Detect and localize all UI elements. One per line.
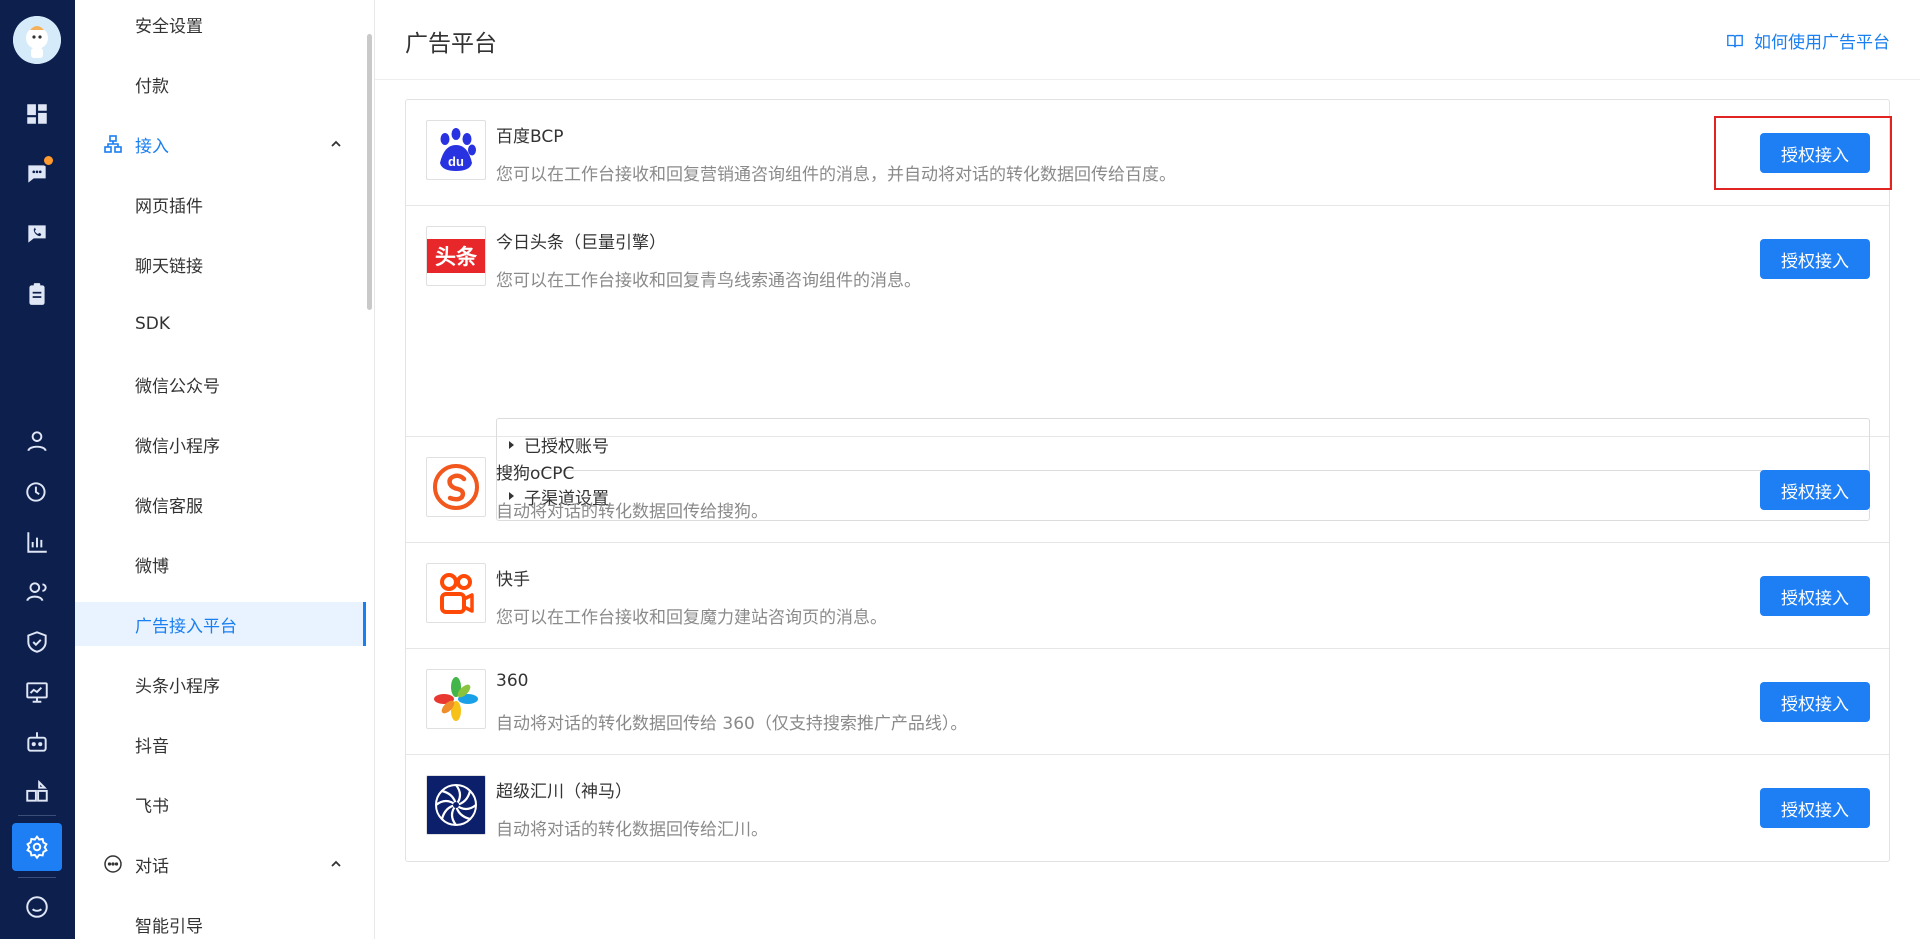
- main-content: 广告平台 如何使用广告平台 du 百度BCP 您可以在工作台接收和回复营销通咨询…: [375, 0, 1920, 939]
- svg-text:头条: 头条: [435, 245, 478, 269]
- sidebar-item-label: 头条小程序: [135, 676, 220, 697]
- user-avatar[interactable]: [13, 16, 61, 64]
- platform-name: 超级汇川（神马）: [496, 782, 632, 802]
- platform-row-sogou: 搜狗oCPC 自动将对话的转化数据回传给搜狗。 授权接入: [406, 437, 1889, 543]
- platform-name: 百度BCP: [496, 127, 564, 147]
- platform-row-huichuan: 超级汇川（神马） 自动将对话的转化数据回传给汇川。 授权接入: [406, 755, 1889, 861]
- chat-bubble-icon: [103, 854, 123, 874]
- platform-row-baidu: du 百度BCP 您可以在工作台接收和回复营销通咨询组件的消息，并自动将对话的转…: [406, 100, 1892, 206]
- platform-row-360: 360 自动将对话的转化数据回传给 360（仅支持搜索推广产品线）。 授权接入: [406, 649, 1889, 755]
- highlight-box: [1714, 116, 1892, 190]
- sidebar-item-web-plugin[interactable]: 网页插件: [75, 182, 366, 226]
- page-title: 广告平台: [405, 31, 497, 57]
- sidebar-item-weibo[interactable]: 微博: [75, 542, 366, 586]
- sidebar-item-label: 抖音: [135, 736, 169, 757]
- platform-list: du 百度BCP 您可以在工作台接收和回复营销通咨询组件的消息，并自动将对话的转…: [405, 99, 1892, 862]
- sidebar-group-conversation[interactable]: 对话: [75, 842, 366, 886]
- platform-desc: 您可以在工作台接收和回复青鸟线索通咨询组件的消息。: [496, 271, 921, 291]
- settings-sidebar: 安全设置 付款 接入 网页插件 聊天链接 SDK 微信公众号 微信小程序 微信客…: [75, 0, 375, 939]
- sidebar-group-access[interactable]: 接入: [75, 122, 366, 166]
- page-header: 广告平台 如何使用广告平台: [375, 0, 1920, 80]
- platform-desc: 您可以在工作台接收和回复营销通咨询组件的消息，并自动将对话的转化数据回传给百度。: [496, 165, 1176, 185]
- sidebar-item-label: 网页插件: [135, 196, 203, 217]
- chevron-up-icon: [331, 140, 341, 147]
- contacts-icon[interactable]: [21, 576, 53, 608]
- rail-divider-2: [18, 877, 56, 878]
- sidebar-item-label: 微博: [135, 556, 169, 577]
- svg-text:du: du: [448, 154, 464, 169]
- sidebar-item-label: 智能引导: [135, 916, 203, 937]
- sidebar-group-label: 接入: [135, 136, 169, 157]
- sidebar-item-chat-link[interactable]: 聊天链接: [75, 242, 366, 286]
- sidebar-item-label: 广告接入平台: [135, 616, 237, 637]
- authorize-button[interactable]: 授权接入: [1760, 576, 1870, 616]
- sidebar-item-wechat-official[interactable]: 微信公众号: [75, 362, 366, 406]
- help-link-label: 如何使用广告平台: [1754, 33, 1890, 53]
- robot-icon[interactable]: [21, 726, 53, 758]
- baidu-logo: du: [426, 120, 486, 180]
- apps-icon[interactable]: [21, 776, 53, 808]
- sidebar-item-sdk[interactable]: SDK: [75, 302, 366, 346]
- sidebar-item-toutiao-miniprogram[interactable]: 头条小程序: [75, 662, 366, 706]
- toutiao-logo: 头条: [426, 226, 486, 286]
- authorize-button[interactable]: 授权接入: [1760, 788, 1870, 828]
- settings-icon[interactable]: [21, 831, 53, 863]
- sidebar-item-label: 付款: [135, 76, 169, 97]
- rail-divider: [18, 815, 56, 816]
- platform-desc: 自动将对话的转化数据回传给汇川。: [496, 820, 768, 840]
- sidebar-item-label: SDK: [135, 314, 171, 334]
- book-icon: [1727, 34, 1743, 47]
- feedback-icon[interactable]: [21, 891, 53, 923]
- sidebar-group-label: 对话: [135, 856, 169, 877]
- person-icon[interactable]: [21, 425, 53, 457]
- platform-desc: 自动将对话的转化数据回传给搜狗。: [496, 502, 768, 522]
- sidebar-item-label: 聊天链接: [135, 256, 203, 277]
- stats-icon[interactable]: [21, 526, 53, 558]
- platform-name: 搜狗oCPC: [496, 464, 575, 484]
- sidebar-item-label: 飞书: [135, 796, 169, 817]
- sidebar-item-douyin[interactable]: 抖音: [75, 722, 366, 766]
- clipboard-icon[interactable]: [21, 278, 53, 310]
- sidebar-item-label: 安全设置: [135, 16, 203, 37]
- sidebar-item-label: 微信公众号: [135, 376, 220, 397]
- network-icon: [103, 134, 123, 154]
- authorize-button[interactable]: 授权接入: [1760, 239, 1870, 279]
- authorize-button[interactable]: 授权接入: [1760, 470, 1870, 510]
- sidebar-item-wechat-service[interactable]: 微信客服: [75, 482, 366, 526]
- monitor-icon[interactable]: [21, 676, 53, 708]
- sidebar-item-feishu[interactable]: 飞书: [75, 782, 366, 826]
- sidebar-item-label: 微信小程序: [135, 436, 220, 457]
- authorize-button[interactable]: 授权接入: [1760, 682, 1870, 722]
- kuaishou-logo: [426, 563, 486, 623]
- sidebar-item-label: 微信客服: [135, 496, 203, 517]
- sogou-logo: [426, 457, 486, 517]
- shield-icon[interactable]: [21, 626, 53, 658]
- platform-name: 今日头条（巨量引擎）: [496, 233, 666, 253]
- chevron-up-icon: [331, 860, 341, 867]
- platform-row-toutiao: 头条 今日头条（巨量引擎） 您可以在工作台接收和回复青鸟线索通咨询组件的消息。 …: [406, 206, 1889, 521]
- sidebar-item-ad-platform[interactable]: 广告接入平台: [75, 602, 366, 646]
- sidebar-item-wechat-miniprogram[interactable]: 微信小程序: [75, 422, 366, 466]
- sidebar-item-payment[interactable]: 付款: [75, 62, 366, 106]
- platform-desc: 您可以在工作台接收和回复魔力建站咨询页的消息。: [496, 608, 887, 628]
- 360-logo: [426, 669, 486, 729]
- platform-name: 360: [496, 671, 529, 691]
- platform-desc: 自动将对话的转化数据回传给 360（仅支持搜索推广产品线）。: [496, 714, 968, 734]
- platform-name: 快手: [496, 570, 530, 590]
- dashboard-icon[interactable]: [21, 98, 53, 130]
- chat-badge: [42, 154, 55, 167]
- sidebar-item-security[interactable]: 安全设置: [75, 2, 366, 46]
- huichuan-logo: [426, 775, 486, 835]
- history-icon[interactable]: [21, 476, 53, 508]
- sidebar-scrollbar[interactable]: [367, 34, 372, 310]
- icon-rail: [0, 0, 75, 939]
- platform-row-kuaishou: 快手 您可以在工作台接收和回复魔力建站咨询页的消息。 授权接入: [406, 543, 1889, 649]
- phone-icon[interactable]: [21, 218, 53, 250]
- sidebar-item-smart-guide[interactable]: 智能引导: [75, 902, 366, 939]
- help-link[interactable]: 如何使用广告平台: [1726, 28, 1890, 53]
